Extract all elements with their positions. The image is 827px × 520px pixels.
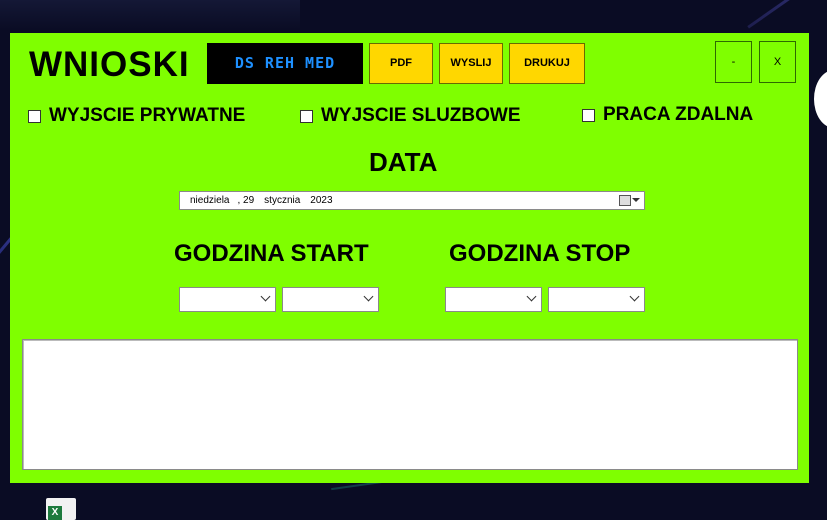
start-time-heading: GODZINA START bbox=[174, 240, 369, 267]
close-button[interactable]: X bbox=[759, 41, 796, 83]
dropdown-arrow-icon[interactable] bbox=[632, 198, 640, 202]
stop-hour-select[interactable] bbox=[445, 287, 542, 312]
brand-logo: DS REH MED bbox=[207, 43, 363, 84]
app-title: WNIOSKI bbox=[29, 45, 190, 84]
start-hour-select[interactable] bbox=[179, 287, 276, 312]
chevron-down-icon bbox=[363, 291, 374, 302]
business-exit-checkbox[interactable]: WYJSCIE SLUZBOWE bbox=[300, 105, 521, 127]
print-button[interactable]: DRUKUJ bbox=[509, 43, 585, 84]
private-exit-checkbox[interactable]: WYJSCIE PRYWATNE bbox=[28, 105, 245, 127]
chevron-down-icon bbox=[260, 291, 271, 302]
excel-icon: X bbox=[48, 506, 62, 520]
checkbox-box[interactable] bbox=[300, 109, 313, 123]
app-window: WNIOSKI DS REH MED PDF WYSLIJ DRUKUJ - X… bbox=[10, 33, 809, 483]
business-exit-label: WYJSCIE SLUZBOWE bbox=[321, 105, 521, 126]
date-year: 2023 bbox=[310, 195, 333, 206]
stop-time-heading: GODZINA STOP bbox=[449, 240, 631, 267]
excel-desktop-icon[interactable]: X bbox=[46, 498, 76, 520]
notes-textarea[interactable] bbox=[22, 339, 798, 470]
remote-work-label: PRACA ZDALNA bbox=[603, 104, 754, 125]
background-gradient bbox=[0, 0, 300, 30]
desktop-widget bbox=[814, 70, 827, 128]
pdf-button[interactable]: PDF bbox=[369, 43, 433, 84]
date-picker[interactable]: niedziela , 29 stycznia 2023 bbox=[179, 191, 645, 210]
private-exit-label: WYJSCIE PRYWATNE bbox=[49, 105, 246, 126]
date-month: stycznia bbox=[264, 195, 301, 206]
start-minute-select[interactable] bbox=[282, 287, 379, 312]
remote-work-checkbox[interactable]: PRACA ZDALNA bbox=[582, 104, 753, 126]
chevron-down-icon bbox=[526, 291, 537, 302]
send-button[interactable]: WYSLIJ bbox=[439, 43, 503, 84]
minimize-button[interactable]: - bbox=[715, 41, 752, 83]
background-streak bbox=[747, 0, 823, 29]
checkbox-box[interactable] bbox=[582, 108, 595, 122]
chevron-down-icon bbox=[629, 291, 640, 302]
date-weekday: niedziela bbox=[190, 195, 230, 206]
checkbox-box[interactable] bbox=[28, 109, 41, 123]
calendar-icon[interactable] bbox=[619, 195, 631, 206]
date-day: , 29 bbox=[237, 195, 255, 206]
stop-minute-select[interactable] bbox=[548, 287, 645, 312]
date-heading: DATA bbox=[369, 147, 438, 177]
